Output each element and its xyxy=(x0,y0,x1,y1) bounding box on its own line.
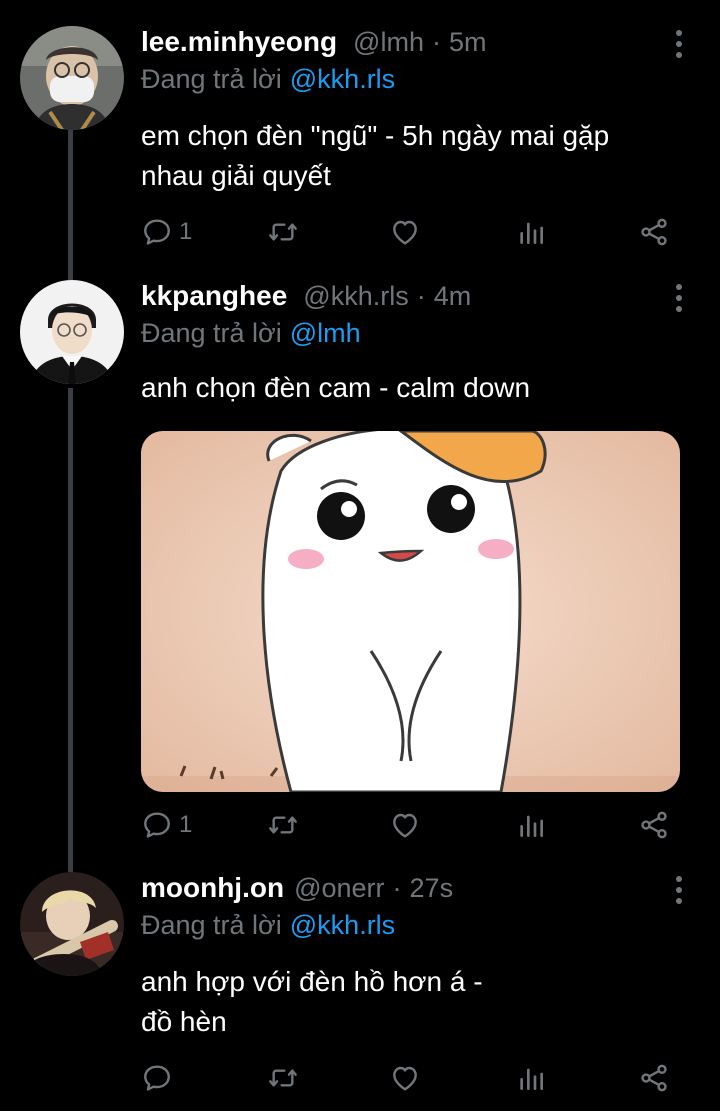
tweet-3[interactable]: moonhj.on @onerr · 27s Đang trả lời @kkh.… xyxy=(0,872,720,1111)
share-icon xyxy=(638,809,670,841)
share-icon xyxy=(638,1062,670,1094)
retweet-button[interactable] xyxy=(267,805,299,845)
tweet-1[interactable]: lee.minhyeong @lmh · 5m Đang trả lời @kkh… xyxy=(0,26,720,266)
display-name[interactable]: moonhj.on xyxy=(141,872,284,904)
tweet-media[interactable] xyxy=(141,431,680,792)
avatar[interactable] xyxy=(20,872,124,976)
action-bar xyxy=(141,1058,701,1098)
reply-mention[interactable]: @lmh xyxy=(290,318,361,348)
reply-icon xyxy=(141,216,173,248)
profile-photo-masked-man xyxy=(20,26,124,130)
retweet-button[interactable] xyxy=(267,212,299,252)
tweet-header: kkpanghee @kkh.rls · 4m xyxy=(141,280,471,316)
reply-count: 1 xyxy=(179,811,193,838)
reply-prefix: Đang trả lời xyxy=(141,318,282,348)
analytics-icon xyxy=(515,1062,547,1094)
reply-icon xyxy=(141,809,173,841)
analytics-button[interactable] xyxy=(515,1058,547,1098)
tweet-text: anh chọn đèn cam - calm down xyxy=(141,368,700,408)
avatar[interactable] xyxy=(20,280,124,384)
retweet-button[interactable] xyxy=(267,1058,299,1098)
reply-prefix: Đang trả lời xyxy=(141,910,282,940)
reply-mention[interactable]: @kkh.rls xyxy=(290,64,395,94)
timestamp[interactable]: 5m xyxy=(449,27,487,58)
tweet-text-line: em chọn đèn "ngũ" - 5h ngày mai gặp xyxy=(141,120,610,151)
separator: · xyxy=(431,27,441,57)
tweet-text: em chọn đèn "ngũ" - 5h ngày mai gặp nhau… xyxy=(141,116,700,196)
share-button[interactable] xyxy=(638,805,670,845)
share-button[interactable] xyxy=(638,212,670,252)
timestamp[interactable]: 27s xyxy=(410,873,454,904)
tweet-text-line: đồ hèn xyxy=(141,1006,227,1037)
profile-photo-blonde-man xyxy=(20,872,124,976)
reply-mention[interactable]: @kkh.rls xyxy=(290,910,395,940)
retweet-icon xyxy=(267,216,299,248)
display-name[interactable]: kkpanghee xyxy=(141,280,287,312)
share-icon xyxy=(638,216,670,248)
timestamp[interactable]: 4m xyxy=(434,281,472,312)
tweet-text-line: anh chọn đèn cam - calm down xyxy=(141,372,531,403)
reply-context: Đang trả lời @lmh xyxy=(141,318,361,349)
like-icon xyxy=(389,1062,421,1094)
analytics-button[interactable] xyxy=(515,212,547,252)
action-bar: 1 xyxy=(141,212,701,252)
reply-icon xyxy=(141,1062,173,1094)
like-button[interactable] xyxy=(389,212,421,252)
handle[interactable]: @kkh.rls xyxy=(303,281,408,312)
profile-photo-suit-man xyxy=(20,280,124,384)
display-name[interactable]: lee.minhyeong xyxy=(141,26,337,58)
more-options-icon[interactable] xyxy=(674,284,684,314)
analytics-button[interactable] xyxy=(515,805,547,845)
retweet-icon xyxy=(267,809,299,841)
tweet-header: lee.minhyeong @lmh · 5m xyxy=(141,26,486,62)
tweet-text-line: anh hợp với đèn hồ hơn á - xyxy=(141,966,483,997)
avatar[interactable] xyxy=(20,26,124,130)
more-options-icon[interactable] xyxy=(674,30,684,60)
like-icon xyxy=(389,809,421,841)
more-options-icon[interactable] xyxy=(674,876,684,906)
like-button[interactable] xyxy=(389,1058,421,1098)
handle[interactable]: @onerr xyxy=(294,873,384,904)
analytics-icon xyxy=(515,216,547,248)
like-button[interactable] xyxy=(389,805,421,845)
share-button[interactable] xyxy=(638,1058,670,1098)
reply-prefix: Đang trả lời xyxy=(141,64,282,94)
reply-button[interactable] xyxy=(141,1058,173,1098)
tweet-header: moonhj.on @onerr · 27s xyxy=(141,872,453,908)
action-bar: 1 xyxy=(141,805,701,845)
like-icon xyxy=(389,216,421,248)
handle[interactable]: @lmh xyxy=(353,27,424,58)
reply-context: Đang trả lời @kkh.rls xyxy=(141,64,395,95)
tweet-text-line: nhau giải quyết xyxy=(141,160,331,191)
tweet-text: anh hợp với đèn hồ hơn á - đồ hèn xyxy=(141,962,700,1042)
reply-count: 1 xyxy=(179,218,193,245)
separator: · xyxy=(416,281,426,311)
reply-button[interactable]: 1 xyxy=(141,805,192,845)
reply-context: Đang trả lời @kkh.rls xyxy=(141,910,395,941)
tweet-2[interactable]: kkpanghee @kkh.rls · 4m Đang trả lời @lmh… xyxy=(0,280,720,850)
separator: · xyxy=(392,873,402,903)
reply-button[interactable]: 1 xyxy=(141,212,192,252)
cartoon-hamster-image xyxy=(141,431,680,792)
analytics-icon xyxy=(515,809,547,841)
retweet-icon xyxy=(267,1062,299,1094)
